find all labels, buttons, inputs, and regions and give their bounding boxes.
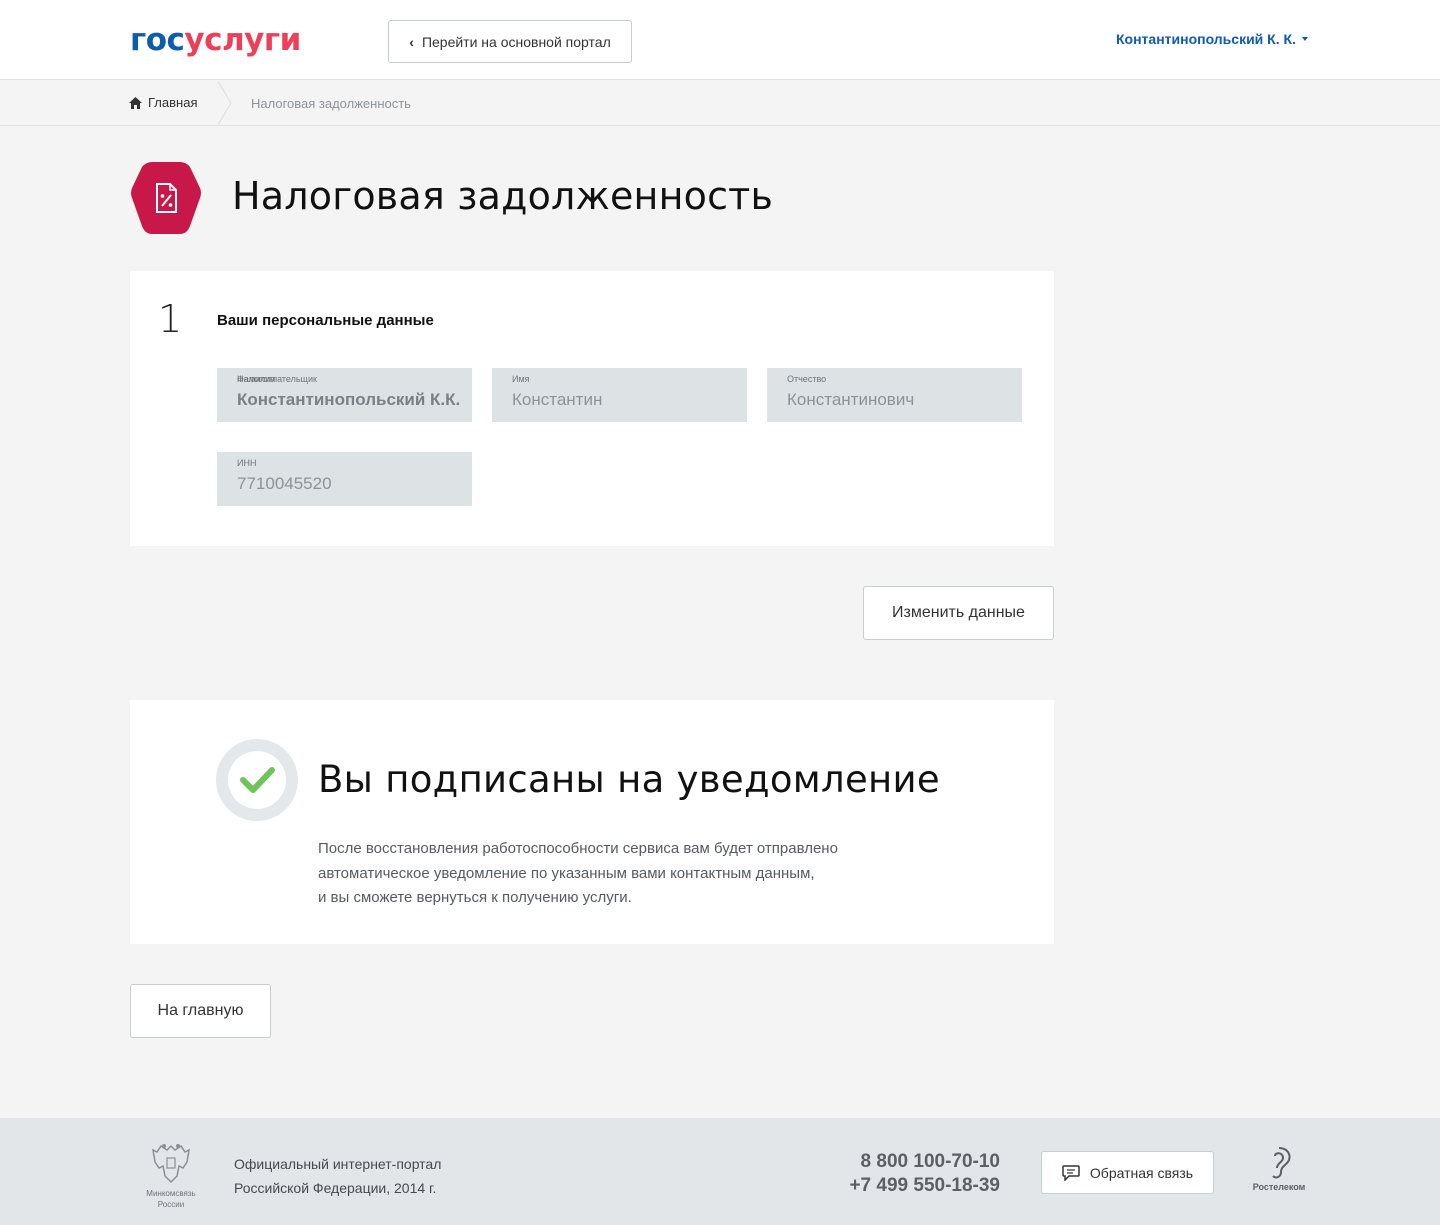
page-title: Налоговая задолженность <box>232 174 774 218</box>
emblem-caption: Минкомсвязь России <box>146 1189 196 1209</box>
notice-text: После восстановления работоспособности с… <box>318 840 838 906</box>
notice-title: Вы подписаны на уведомление <box>318 758 940 801</box>
patronymic-value: Константинович <box>787 390 915 409</box>
breadcrumb-home[interactable]: Главная <box>129 95 197 110</box>
feedback-button[interactable]: Обратная связь <box>1041 1151 1214 1194</box>
site-footer: Минкомсвязь России Официальный интернет-… <box>0 1118 1440 1225</box>
rostelecom-logo[interactable]: Ростелеком <box>1244 1146 1314 1192</box>
breadcrumb-current: Налоговая задолженность <box>251 96 411 111</box>
support-phones: 8 800 100-70-10 +7 499 550-18-39 <box>800 1150 1000 1198</box>
site-header: госуслуги ‹ Перейти на основной портал К… <box>0 0 1440 80</box>
patronymic-label: Отчество <box>787 374 827 384</box>
patronymic-field: Отчество Константинович <box>767 368 1022 422</box>
surname-label: Налогоплательщик Фамилия <box>237 374 317 384</box>
chevron-left-icon: ‹ <box>409 33 414 50</box>
phone-1[interactable]: 8 800 100-70-10 <box>800 1150 1000 1174</box>
caret-down-icon <box>1301 37 1308 41</box>
inn-value: 7710045520 <box>237 474 332 493</box>
check-icon <box>216 739 298 821</box>
ministry-emblem: Минкомсвязь России <box>132 1142 210 1210</box>
step-number: 1 <box>158 297 183 341</box>
feedback-button-label: Обратная связь <box>1089 1164 1194 1181</box>
phone-2[interactable]: +7 499 550-18-39 <box>800 1174 1000 1198</box>
surname-field: Налогоплательщик Фамилия Константинополь… <box>217 368 472 422</box>
surname-value: Константинопольский К.К. <box>237 390 461 409</box>
footer-copyright: Официальный интернет-портал Российской Ф… <box>234 1156 442 1196</box>
breadcrumb: Главная Налоговая задолженность <box>0 81 1440 126</box>
coat-of-arms-icon <box>152 1144 190 1184</box>
chat-icon <box>1062 1164 1080 1181</box>
main-portal-button-label: Перейти на основной портал <box>421 33 611 50</box>
home-icon <box>129 96 142 109</box>
section-title: Ваши персональные данные <box>217 312 434 329</box>
breadcrumb-home-label: Главная <box>148 95 198 110</box>
user-name: Контантинопольский К. К. <box>1116 31 1296 47</box>
personal-data-card: 1 Ваши персональные данные Налогоплатель… <box>130 271 1054 546</box>
inn-field: ИНН 7710045520 <box>217 452 472 506</box>
inn-label: ИНН <box>237 458 257 468</box>
rostelecom-icon <box>1272 1147 1291 1179</box>
main-portal-button[interactable]: ‹ Перейти на основной портал <box>388 20 632 63</box>
user-menu[interactable]: Контантинопольский К. К. <box>1116 31 1308 47</box>
rostelecom-label: Ростелеком <box>1252 1182 1306 1192</box>
breadcrumb-separator <box>218 81 232 125</box>
subscription-notice-card: Вы подписаны на уведомление После восста… <box>130 700 1054 944</box>
first-name-label: Имя <box>512 374 530 384</box>
tax-document-icon <box>131 162 201 234</box>
gosuslugi-logo[interactable]: госуслуги <box>130 20 301 60</box>
first-name-value: Константин <box>512 390 603 409</box>
home-button[interactable]: На главную <box>130 984 271 1038</box>
edit-data-button[interactable]: Изменить данные <box>863 586 1054 640</box>
first-name-field: Имя Константин <box>492 368 747 422</box>
